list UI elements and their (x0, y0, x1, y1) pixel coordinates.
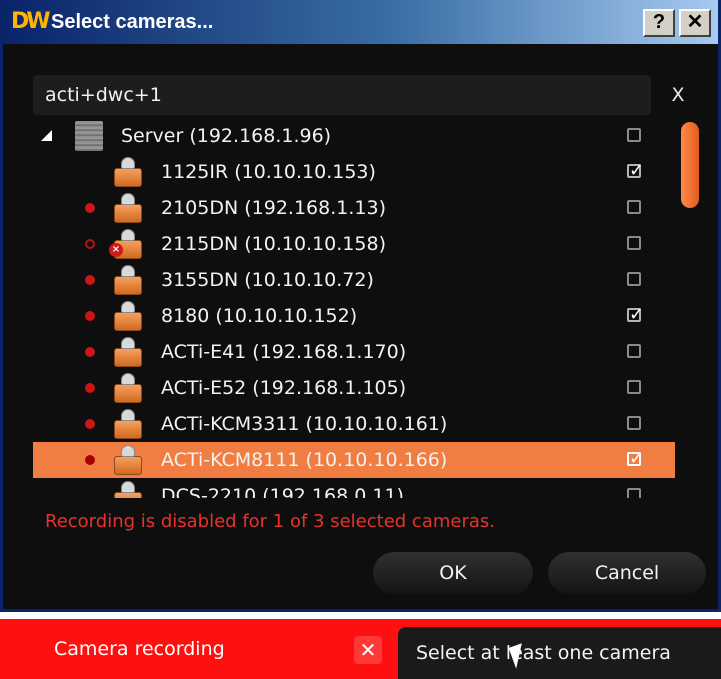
tree-row-camera[interactable]: ACTi-KCM8111 (10.10.10.166) ✓ (33, 442, 675, 478)
help-button[interactable]: ? (643, 9, 675, 37)
recording-status-icon (85, 383, 95, 393)
camera-label: ACTi-E41 (192.168.1.170) (161, 341, 407, 363)
camera-icon (113, 445, 143, 475)
cancel-button[interactable]: Cancel (548, 552, 706, 594)
recording-status-icon (85, 239, 95, 249)
tree-row-camera[interactable]: ACTi-E52 (192.168.1.105) (33, 370, 675, 406)
tree-row-camera[interactable]: DCS-2210 (192.168.0.11) (33, 478, 675, 498)
server-icon (75, 121, 103, 151)
tree-row-camera[interactable]: 8180 (10.10.10.152) ✓ (33, 298, 675, 334)
server-label: Server (192.168.1.96) (121, 125, 332, 147)
recording-status-icon (85, 203, 95, 213)
camera-icon (113, 337, 143, 367)
tree-row-camera[interactable]: ACTi-KCM3311 (10.10.10.161) (33, 406, 675, 442)
recording-status-icon (85, 455, 95, 465)
scrollbar-thumb[interactable] (681, 122, 699, 208)
camera-label: 1125IR (10.10.10.153) (161, 161, 376, 183)
ok-button[interactable]: OK (373, 552, 533, 594)
camera-checkbox[interactable] (627, 200, 641, 214)
camera-icon (113, 193, 143, 223)
clear-search-button[interactable]: X (667, 80, 689, 110)
error-badge-icon: × (109, 243, 123, 257)
camera-checkbox[interactable] (627, 380, 641, 394)
camera-tree: Server (192.168.1.96) 1125IR (10.10.10.1… (33, 118, 675, 498)
scrollbar[interactable] (675, 118, 705, 494)
dialog-title: Select cameras... (51, 11, 214, 33)
notification-label: Camera recording (54, 638, 225, 660)
recording-status-icon (85, 347, 95, 357)
camera-icon (113, 481, 143, 498)
camera-label: 3155DN (10.10.10.72) (161, 269, 374, 291)
camera-label: ACTi-E52 (192.168.1.105) (161, 377, 407, 399)
tree-row-camera[interactable]: 1125IR (10.10.10.153) ✓ (33, 154, 675, 190)
recording-status-icon (85, 419, 95, 429)
search-input[interactable]: acti+dwc+1 (33, 75, 651, 115)
camera-icon (113, 157, 143, 187)
camera-checkbox[interactable] (627, 416, 641, 430)
camera-icon (113, 301, 143, 331)
server-checkbox[interactable] (627, 128, 641, 142)
camera-label: ACTi-KCM8111 (10.10.10.166) (161, 449, 448, 471)
camera-checkbox[interactable] (627, 272, 641, 286)
tooltip: Select at least one camera (398, 627, 721, 679)
camera-icon: × (109, 229, 143, 259)
camera-icon (113, 373, 143, 403)
camera-checkbox[interactable]: ✓ (627, 450, 644, 468)
tree-row-camera[interactable]: 2105DN (192.168.1.13) (33, 190, 675, 226)
recording-warning: Recording is disabled for 1 of 3 selecte… (45, 511, 495, 532)
tree-row-camera[interactable]: × 2115DN (10.10.10.158) (33, 226, 675, 262)
tree-row-camera[interactable]: ACTi-E41 (192.168.1.170) (33, 334, 675, 370)
close-button[interactable]: ✕ (679, 9, 711, 37)
tree-row-camera[interactable]: 3155DN (10.10.10.72) (33, 262, 675, 298)
recording-status-icon (85, 275, 95, 285)
triangle-expanded-icon[interactable] (41, 130, 52, 141)
recording-status-icon (85, 311, 95, 321)
camera-icon (113, 409, 143, 439)
camera-checkbox[interactable]: ✓ (627, 162, 644, 180)
camera-checkbox[interactable] (627, 344, 641, 358)
camera-label: 8180 (10.10.10.152) (161, 305, 358, 327)
camera-checkbox[interactable]: ✓ (627, 306, 644, 324)
camera-label: ACTi-KCM3311 (10.10.10.161) (161, 413, 448, 435)
camera-label: 2105DN (192.168.1.13) (161, 197, 386, 219)
title-bar[interactable]: DW Select cameras... ? ✕ (3, 0, 718, 44)
camera-checkbox[interactable] (627, 488, 641, 498)
camera-checkbox[interactable] (627, 236, 641, 250)
select-cameras-dialog: DW Select cameras... ? ✕ acti+dwc+1 X Se… (0, 0, 721, 612)
camera-label: DCS-2210 (192.168.0.11) (161, 485, 404, 498)
notification-close-icon[interactable]: ✕ (354, 636, 382, 664)
camera-label: 2115DN (10.10.10.158) (161, 233, 386, 255)
camera-icon (113, 265, 143, 295)
app-logo: DW (11, 9, 51, 34)
tree-row-server[interactable]: Server (192.168.1.96) (33, 118, 675, 154)
